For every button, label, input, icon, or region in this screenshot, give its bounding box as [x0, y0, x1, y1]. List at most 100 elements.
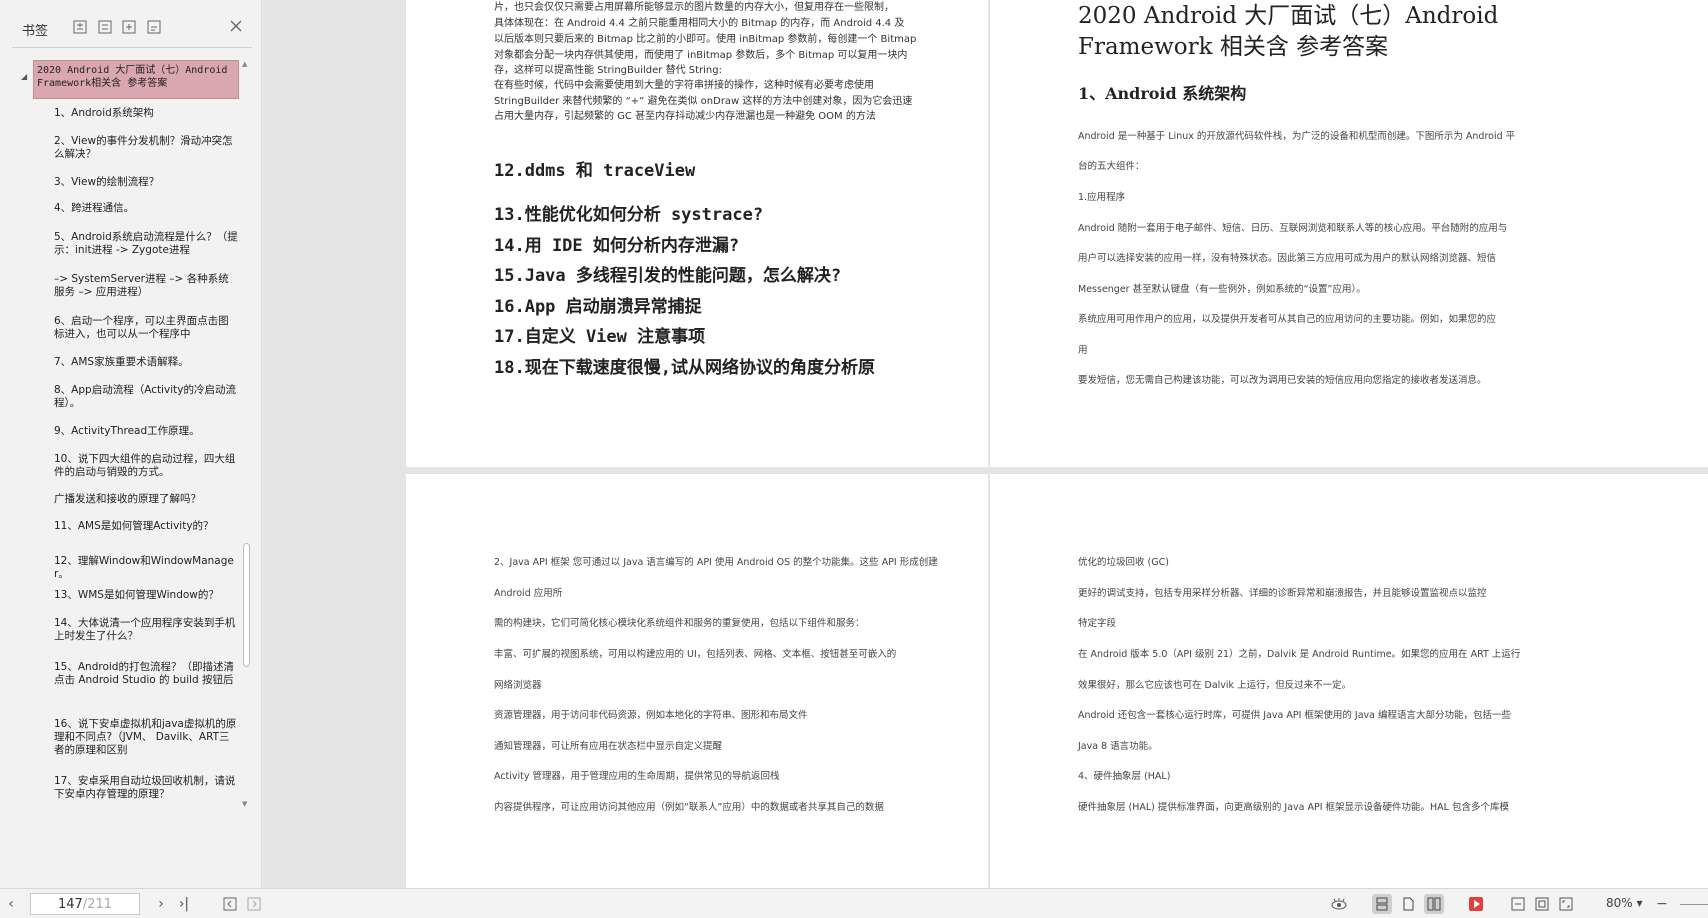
- page-top-right: 2020 Android 大厂面试（七）Android Framework 相关…: [990, 0, 1708, 467]
- text-line: 系统应用可用作用户的应用，以及提供开发者可从其自己的应用访问的主要功能。例如，如…: [1078, 314, 1497, 325]
- last-page-icon[interactable]: ›|: [176, 896, 192, 912]
- text-line: 需的构建块，它们可简化核心模块化系统组件和服务的重复使用，包括以下组件和服务：: [494, 618, 865, 629]
- text-line: 占用大量内存，引起频繁的 GC 甚至内存抖动减少内存泄漏也是一种避免 OOM 的…: [494, 111, 876, 122]
- section-heading: 12.ddms 和 traceView: [494, 161, 696, 181]
- document-title: 2020 Android 大厂面试（七）Android: [1078, 3, 1499, 29]
- total-pages: /211: [82, 896, 113, 912]
- text-line: 特定字段: [1078, 618, 1117, 629]
- text-line: 1.应用程序: [1078, 192, 1126, 203]
- close-icon[interactable]: [227, 17, 245, 35]
- section-heading: 14.用 IDE 如何分析内存泄漏?: [494, 236, 740, 256]
- section-heading: 13.性能优化如何分析 systrace?: [494, 205, 764, 225]
- fullscreen-icon[interactable]: [1556, 894, 1576, 914]
- delete-bookmark-icon[interactable]: [145, 18, 163, 36]
- text-line: 2、Java API 框架 您可通过以 Java 语言编写的 API 使用 An…: [494, 557, 938, 568]
- expand-all-icon[interactable]: [71, 18, 89, 36]
- section-heading: 15.Java 多线程引发的性能问题，怎么解决?: [494, 266, 842, 286]
- bookmark-item[interactable]: 4、跨进程通信。: [54, 202, 238, 215]
- bookmark-scrollbar[interactable]: ▲ ▼: [241, 60, 251, 808]
- eye-protection-icon[interactable]: [1330, 896, 1348, 912]
- text-line: Messenger 甚至默认键盘（有一些例外，例如系统的“设置”应用）。: [1078, 284, 1366, 295]
- forward-icon[interactable]: [246, 896, 262, 912]
- bookmark-item[interactable]: 3、View的绘制流程？: [54, 176, 238, 189]
- zoom-out-icon[interactable]: −: [1656, 896, 1668, 912]
- bookmark-item[interactable]: 2、View的事件分发机制？滑动冲突怎么解决？: [54, 135, 238, 161]
- text-line: 在有些时候，代码中会需要使用到大量的字符串拼接的操作，这种时候有必要考虑使用: [494, 80, 874, 91]
- bookmark-panel: 书签 ◢ 2020 Android 大厂面试（七）Android Framewo…: [0, 0, 262, 888]
- zoom-level[interactable]: 80% ▾: [1606, 896, 1643, 910]
- text-line: 对象都会分配一块内存供其使用，而使用了 inBitmap 参数后，多个 Bitm…: [494, 50, 908, 61]
- document-view[interactable]: 片，也只会仅仅只需要占用屏幕所能够显示的图片数量的内存大小，但复用存在一些限制，…: [263, 0, 1708, 888]
- text-line: 丰富、可扩展的视图系统，可用以构建应用的 UI，包括列表、网格、文本框、按钮甚至…: [494, 649, 897, 660]
- status-bar: ‹ 147/211 › ›| 80% ▾ −: [0, 888, 1708, 918]
- text-line: 在 Android 版本 5.0（API 级别 21）之前，Dalvik 是 A…: [1078, 649, 1521, 660]
- bookmark-item[interactable]: 14、大体说清一个应用程序安装到手机上时发生了什么？: [54, 617, 238, 643]
- bookmark-item[interactable]: 6、启动一个程序，可以主界面点击图标进入，也可以从一个程序中: [54, 315, 238, 341]
- bookmark-item[interactable]: 11、AMS是如何管理Activity的？: [54, 520, 238, 533]
- text-line: 具体体现在：在 Android 4.4 之前只能重用相同大小的 Bitmap 的…: [494, 18, 905, 29]
- bookmark-item[interactable]: 7、AMS家族重要术语解释。: [54, 356, 238, 369]
- current-page: 147: [57, 896, 83, 912]
- bookmark-item[interactable]: 12、理解Window和WindowManager。: [54, 555, 238, 581]
- bookmark-panel-header: 书签: [0, 0, 262, 48]
- text-line: 用: [1078, 345, 1088, 356]
- scroll-down-icon[interactable]: ▼: [242, 800, 247, 808]
- play-slideshow-button[interactable]: [1466, 894, 1486, 914]
- document-title: Framework 相关含 参考答案: [1078, 34, 1389, 60]
- text-line: 网络浏览器: [494, 680, 542, 691]
- text-line: 以后版本则只要后来的 Bitmap 比之前的小即可。使用 inBitmap 参数…: [494, 34, 917, 45]
- text-line: Java 8 语言功能。: [1078, 741, 1158, 752]
- section-heading: 17.自定义 View 注意事项: [494, 327, 706, 347]
- page-bottom-right: 优化的垃圾回收 (GC) 更好的调试支持，包括专用采样分析器、详细的诊断异常和崩…: [990, 474, 1708, 888]
- bookmark-list: ◢ 2020 Android 大厂面试（七）Android Framework相…: [0, 60, 240, 880]
- bookmark-item[interactable]: 10、说下四大组件的启动过程，四大组件的启动与销毁的方式。: [54, 453, 238, 479]
- page-bottom-left: 2、Java API 框架 您可通过以 Java 语言编写的 API 使用 An…: [406, 474, 988, 888]
- fit-width-icon[interactable]: [1508, 894, 1528, 914]
- scroll-up-icon[interactable]: ▲: [242, 60, 247, 68]
- zoom-slider[interactable]: [1680, 904, 1708, 905]
- page-top-left: 片，也只会仅仅只需要占用屏幕所能够显示的图片数量的内存大小，但复用存在一些限制，…: [406, 0, 988, 467]
- bookmark-item[interactable]: 广播发送和接收的原理了解吗？: [54, 493, 238, 506]
- section-heading: 1、Android 系统架构: [1078, 84, 1247, 103]
- chevron-down-icon[interactable]: ▾: [1637, 896, 1643, 910]
- bookmark-root[interactable]: 2020 Android 大厂面试（七）Android Framework相关含…: [33, 60, 239, 99]
- two-page-view-button[interactable]: [1424, 894, 1444, 914]
- text-line: 通知管理器，可让所有应用在状态栏中显示自定义提醒: [494, 741, 723, 752]
- text-line: Activity 管理器，用于管理应用的生命周期，提供常见的导航返回栈: [494, 771, 780, 782]
- bookmark-item[interactable]: 9、ActivityThread工作原理。: [54, 425, 238, 438]
- continuous-view-button[interactable]: [1372, 894, 1392, 914]
- text-line: 台的五大组件：: [1078, 161, 1145, 172]
- collapse-all-icon[interactable]: [96, 18, 114, 36]
- fit-page-icon[interactable]: [1532, 894, 1552, 914]
- text-line: 片，也只会仅仅只需要占用屏幕所能够显示的图片数量的内存大小，但复用存在一些限制，: [494, 2, 894, 13]
- text-line: 要发短信，您无需自己构建该功能，可以改为调用已安装的短信应用向您指定的接收者发送…: [1078, 375, 1487, 386]
- page-number-input[interactable]: 147/211: [30, 893, 140, 915]
- bookmark-item[interactable]: 17、安卓采用自动垃圾回收机制，请说下安卓内存管理的原理？: [54, 775, 238, 801]
- text-line: Android 应用所: [494, 588, 563, 599]
- bookmark-item[interactable]: 16、说下安卓虚拟机和java虚拟机的原理和不同点?（JVM、 Davilk、A…: [54, 718, 238, 757]
- text-line: Android 随附一套用于电子邮件、短信、日历、互联网浏览和联系人等的核心应用…: [1078, 223, 1508, 234]
- bookmark-item[interactable]: 15、Android的打包流程？（即描述清点击 Android Studio 的…: [54, 661, 238, 687]
- section-heading: 18.现在下载速度很慢,试从网络协议的角度分析原: [494, 358, 875, 378]
- bookmark-item[interactable]: –> SystemServer进程 –> 各种系统服务 –> 应用进程）: [54, 273, 238, 299]
- text-line: Android 还包含一套核心运行时库，可提供 Java API 框架使用的 J…: [1078, 710, 1512, 721]
- prev-page-icon[interactable]: ‹: [4, 896, 18, 912]
- add-bookmark-icon[interactable]: [120, 18, 138, 36]
- text-line: 硬件抽象层 (HAL) 提供标准界面，向更高级别的 Java API 框架显示设…: [1078, 802, 1509, 813]
- bookmark-item[interactable]: 8、App启动流程（Activity的冷启动流程）。: [54, 384, 238, 410]
- single-page-view-button[interactable]: [1398, 894, 1418, 914]
- section-heading: 16.App 启动崩溃异常捕捉: [494, 297, 702, 317]
- text-line: 内容提供程序，可让应用访问其他应用（例如“联系人”应用）中的数据或者共享其自己的…: [494, 802, 884, 813]
- bookmark-item[interactable]: 5、Android系统启动流程是什么？（提示：init进程 -> Zygote进…: [54, 231, 238, 257]
- text-line: 更好的调试支持，包括专用采样分析器、详细的诊断异常和崩溃报告，并且能够设置监视点…: [1078, 588, 1487, 599]
- text-line: 优化的垃圾回收 (GC): [1078, 557, 1169, 568]
- bookmark-item[interactable]: 1、Android系统架构: [54, 107, 238, 120]
- text-line: StringBuilder 来替代频繁的 “+” 避免在类似 onDraw 这样…: [494, 96, 913, 107]
- scrollbar-thumb[interactable]: [243, 543, 250, 667]
- text-line: 效果很好，那么它应该也可在 Dalvik 上运行，但反过来不一定。: [1078, 680, 1352, 691]
- bookmark-item[interactable]: 13、WMS是如何管理Window的？: [54, 589, 238, 602]
- collapse-caret-icon[interactable]: ◢: [21, 72, 27, 81]
- text-line: 用户可以选择安装的应用一样，没有特殊状态。因此第三方应用可成为用户的默认网络浏览…: [1078, 253, 1497, 264]
- next-page-icon[interactable]: ›: [154, 896, 168, 912]
- back-icon[interactable]: [222, 896, 238, 912]
